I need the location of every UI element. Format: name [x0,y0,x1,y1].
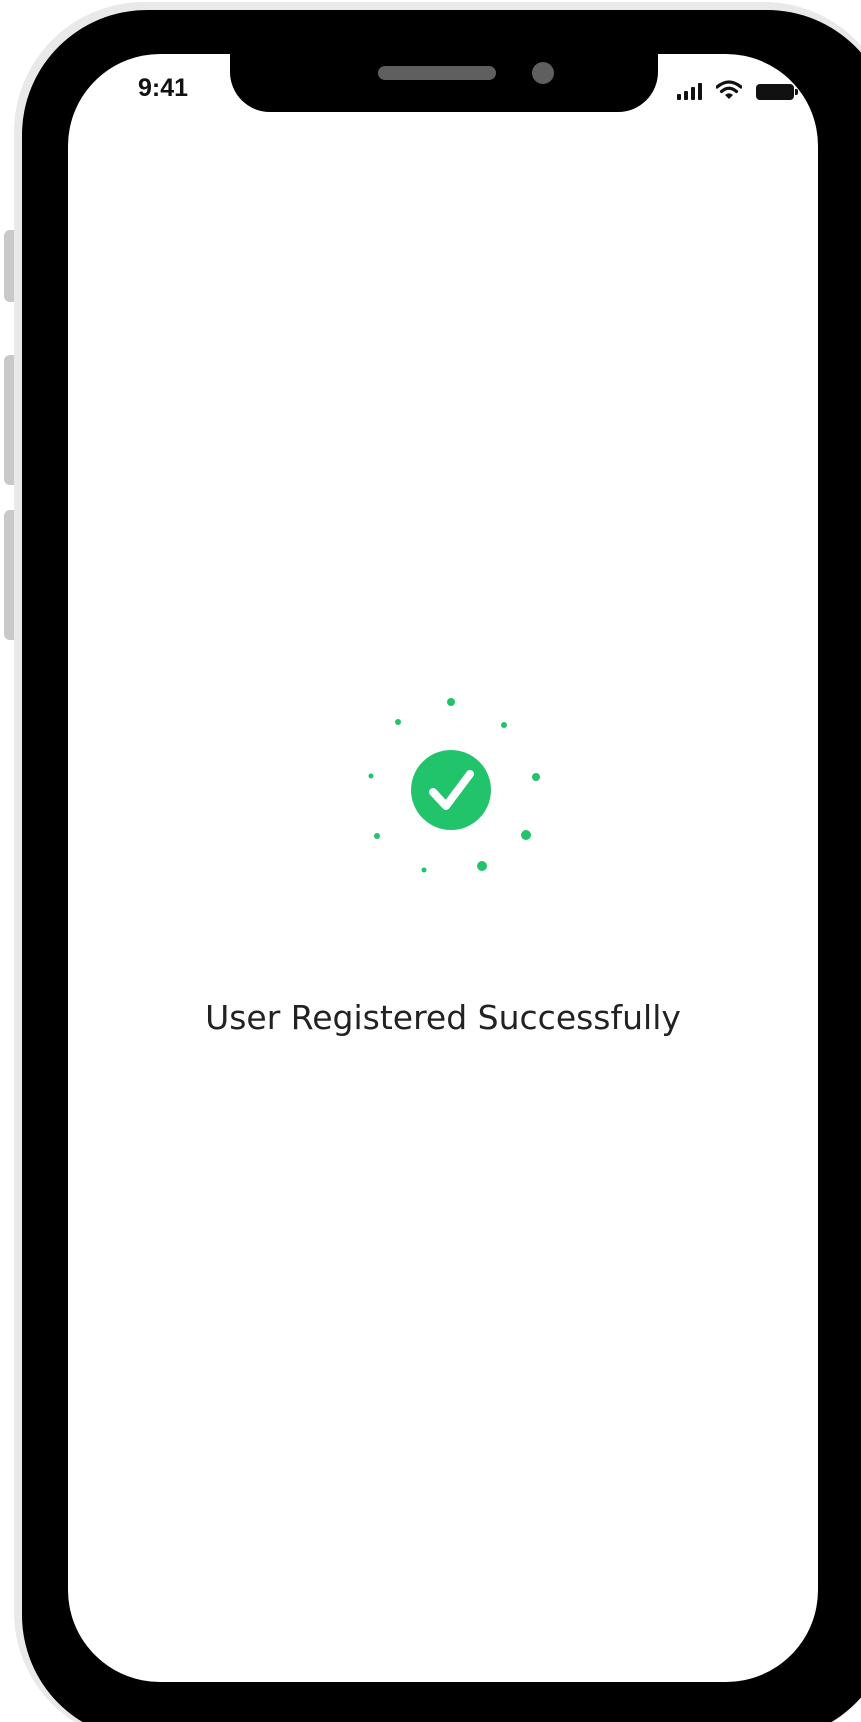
battery-icon [756,84,798,100]
confetti-dot [521,830,531,840]
wifi-icon [716,80,742,99]
device-frame: 9:41 User Registered Successfully [0,0,861,1722]
confetti-dot [532,773,540,781]
confetti-dot [374,833,380,839]
confetti-dot [395,719,401,725]
check-circle-icon [411,750,491,830]
confetti-dot [477,861,487,871]
status-time: 9:41 [138,74,189,102]
screen: 9:41 User Registered Successfully [68,54,818,1682]
front-camera [532,62,554,84]
notch [230,54,658,112]
confetti-dot [368,773,374,779]
confetti-dot [501,722,507,728]
confetti-dot [447,698,455,706]
signal-bars-icon [677,82,702,100]
speaker-grille [378,66,496,80]
success-message: User Registered Successfully [205,998,681,1037]
status-icons [677,80,798,100]
success-graphic [368,698,540,873]
confetti-dot [421,867,427,873]
